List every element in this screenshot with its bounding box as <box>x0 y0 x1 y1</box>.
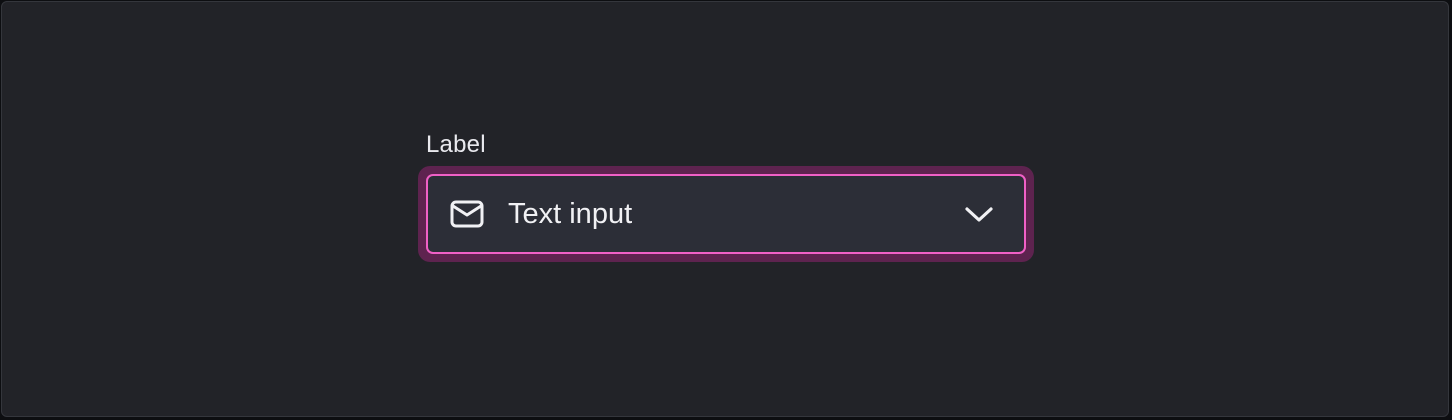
chevron-down-icon[interactable] <box>964 204 994 224</box>
select-input[interactable]: Text input <box>426 174 1026 254</box>
envelope-icon <box>450 200 484 228</box>
select-field: Label Text input <box>418 130 1034 262</box>
canvas: Label Text input <box>1 1 1449 417</box>
field-label: Label <box>426 131 486 158</box>
select-value: Text input <box>508 197 633 230</box>
